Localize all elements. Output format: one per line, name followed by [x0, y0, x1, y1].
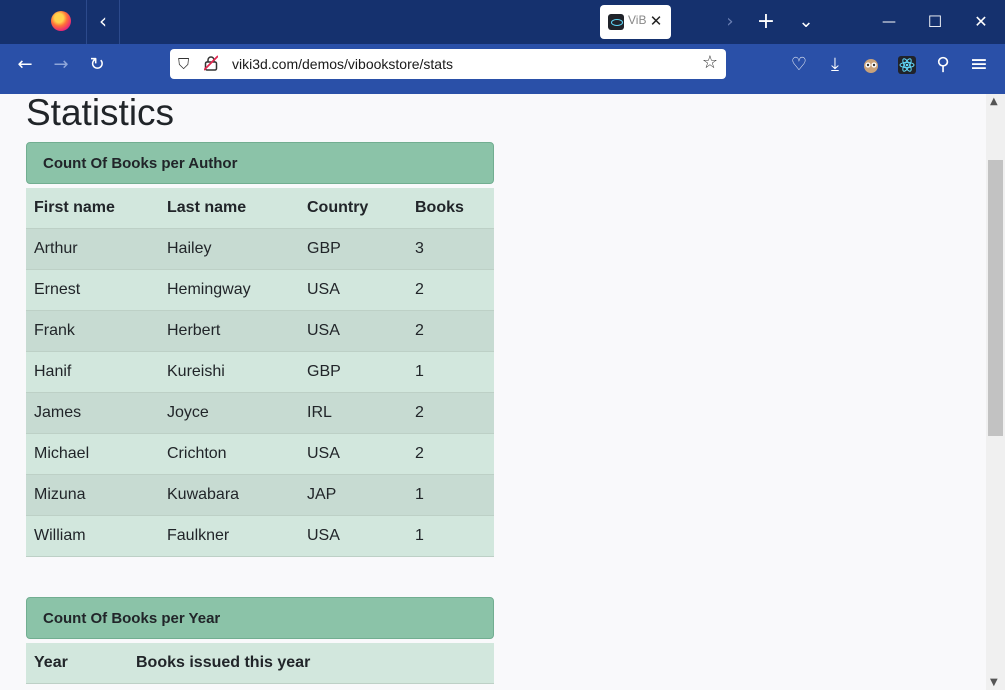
- first-name-cell: Michael: [26, 433, 159, 475]
- first-name-cell: Hanif: [26, 351, 159, 393]
- url-bar[interactable]: ⛉ viki3d.com/demos/vibookstore/stats ☆: [170, 49, 726, 79]
- books-count-cell: 2: [407, 392, 494, 434]
- browser-navbar: ← → ↻ ⛉ viki3d.com/demos/vibookstore/sta…: [0, 44, 1005, 94]
- firefox-logo-icon: [51, 11, 71, 31]
- last-name-cell: Faulkner: [159, 515, 299, 557]
- reload-button[interactable]: ↻: [83, 44, 111, 86]
- back-button[interactable]: ←: [11, 44, 39, 86]
- country-cell: USA: [299, 310, 407, 352]
- books-count-cell: 1: [407, 515, 494, 557]
- app-menu-icon[interactable]: ≡: [965, 44, 993, 86]
- extension-owl-icon[interactable]: [857, 44, 885, 86]
- forward-button[interactable]: →: [47, 44, 75, 86]
- tab-active[interactable]: ViBo ✕: [600, 5, 671, 39]
- column-header: Last name: [159, 188, 299, 229]
- tab-close-icon[interactable]: ✕: [648, 11, 664, 31]
- column-header: Books: [407, 188, 494, 229]
- last-name-cell: Joyce: [159, 392, 299, 434]
- page-content: Statistics Count Of Books per Author Fir…: [0, 94, 973, 690]
- list-tabs-button[interactable]: ⌄: [792, 0, 820, 44]
- new-tab-button[interactable]: +: [752, 0, 780, 44]
- last-name-cell: Herbert: [159, 310, 299, 352]
- first-name-cell: Mizuna: [26, 474, 159, 516]
- years-table: Year Books issued this year: [26, 643, 494, 684]
- column-header: Books issued this year: [128, 643, 494, 684]
- scroll-up-arrow-icon[interactable]: ▲: [990, 96, 998, 107]
- bookmark-star-icon[interactable]: ☆: [702, 52, 718, 73]
- books-count-cell: 2: [407, 269, 494, 311]
- country-cell: GBP: [299, 228, 407, 270]
- first-name-cell: Frank: [26, 310, 159, 352]
- years-card-heading: Count Of Books per Year: [43, 610, 221, 627]
- books-count-cell: 2: [407, 310, 494, 352]
- table-row: Mizuna Kuwabara JAP 1: [26, 474, 494, 516]
- scroll-down-arrow-icon[interactable]: ▼: [990, 677, 998, 688]
- first-name-cell: Ernest: [26, 269, 159, 311]
- books-count-cell: 1: [407, 351, 494, 393]
- country-cell: JAP: [299, 474, 407, 516]
- years-card-header: Count Of Books per Year: [26, 597, 494, 639]
- react-favicon-icon: [608, 14, 624, 30]
- pocket-icon[interactable]: ♡: [785, 44, 813, 86]
- first-name-cell: Arthur: [26, 228, 159, 270]
- country-cell: USA: [299, 269, 407, 311]
- tab-scroll-back-button[interactable]: ‹: [86, 0, 120, 44]
- table-row: Michael Crichton USA 2: [26, 433, 494, 475]
- country-cell: USA: [299, 515, 407, 557]
- extensions-puzzle-icon[interactable]: ⚲: [929, 44, 957, 86]
- download-icon[interactable]: ⤓: [821, 44, 849, 86]
- first-name-cell: William: [26, 515, 159, 557]
- url-text[interactable]: viki3d.com/demos/vibookstore/stats: [232, 56, 453, 72]
- scrollbar-thumb[interactable]: [988, 160, 1003, 436]
- books-count-cell: 3: [407, 228, 494, 270]
- last-name-cell: Hailey: [159, 228, 299, 270]
- table-row: Arthur Hailey GBP 3: [26, 228, 494, 270]
- column-header: Country: [299, 188, 407, 229]
- page-title: Statistics: [26, 94, 175, 133]
- table-row: Frank Herbert USA 2: [26, 310, 494, 352]
- window-close-button[interactable]: ✕: [966, 0, 996, 44]
- authors-card-header: Count Of Books per Author: [26, 142, 494, 184]
- tab-title: ViBo: [628, 13, 646, 27]
- authors-table: First name Last name Country Books Arthu…: [26, 188, 494, 557]
- tracking-shield-icon[interactable]: ⛉: [178, 55, 189, 73]
- table-row: Ernest Hemingway USA 2: [26, 269, 494, 311]
- country-cell: IRL: [299, 392, 407, 434]
- authors-table-header-row: First name Last name Country Books: [26, 188, 494, 229]
- tab-scroll-forward-icon[interactable]: ›: [718, 0, 742, 44]
- browser-titlebar: ‹ ViBo ✕ › + ⌄ — ☐ ✕: [0, 0, 1005, 44]
- react-devtools-icon[interactable]: [893, 44, 921, 86]
- column-header: First name: [26, 188, 159, 229]
- table-row: William Faulkner USA 1: [26, 515, 494, 557]
- maximize-button[interactable]: ☐: [920, 0, 950, 44]
- column-header: Year: [26, 643, 128, 684]
- insecure-lock-icon[interactable]: [203, 55, 219, 75]
- table-row: James Joyce IRL 2: [26, 392, 494, 434]
- years-table-header-row: Year Books issued this year: [26, 643, 494, 684]
- country-cell: GBP: [299, 351, 407, 393]
- first-name-cell: James: [26, 392, 159, 434]
- table-row: Hanif Kureishi GBP 1: [26, 351, 494, 393]
- minimize-button[interactable]: —: [874, 0, 904, 44]
- last-name-cell: Kuwabara: [159, 474, 299, 516]
- books-count-cell: 1: [407, 474, 494, 516]
- last-name-cell: Crichton: [159, 433, 299, 475]
- vertical-scrollbar[interactable]: ▲ ▼: [986, 94, 1005, 690]
- last-name-cell: Hemingway: [159, 269, 299, 311]
- chevron-left-icon: ‹: [99, 9, 107, 33]
- authors-card-heading: Count Of Books per Author: [43, 155, 238, 172]
- last-name-cell: Kureishi: [159, 351, 299, 393]
- books-count-cell: 2: [407, 433, 494, 475]
- country-cell: USA: [299, 433, 407, 475]
